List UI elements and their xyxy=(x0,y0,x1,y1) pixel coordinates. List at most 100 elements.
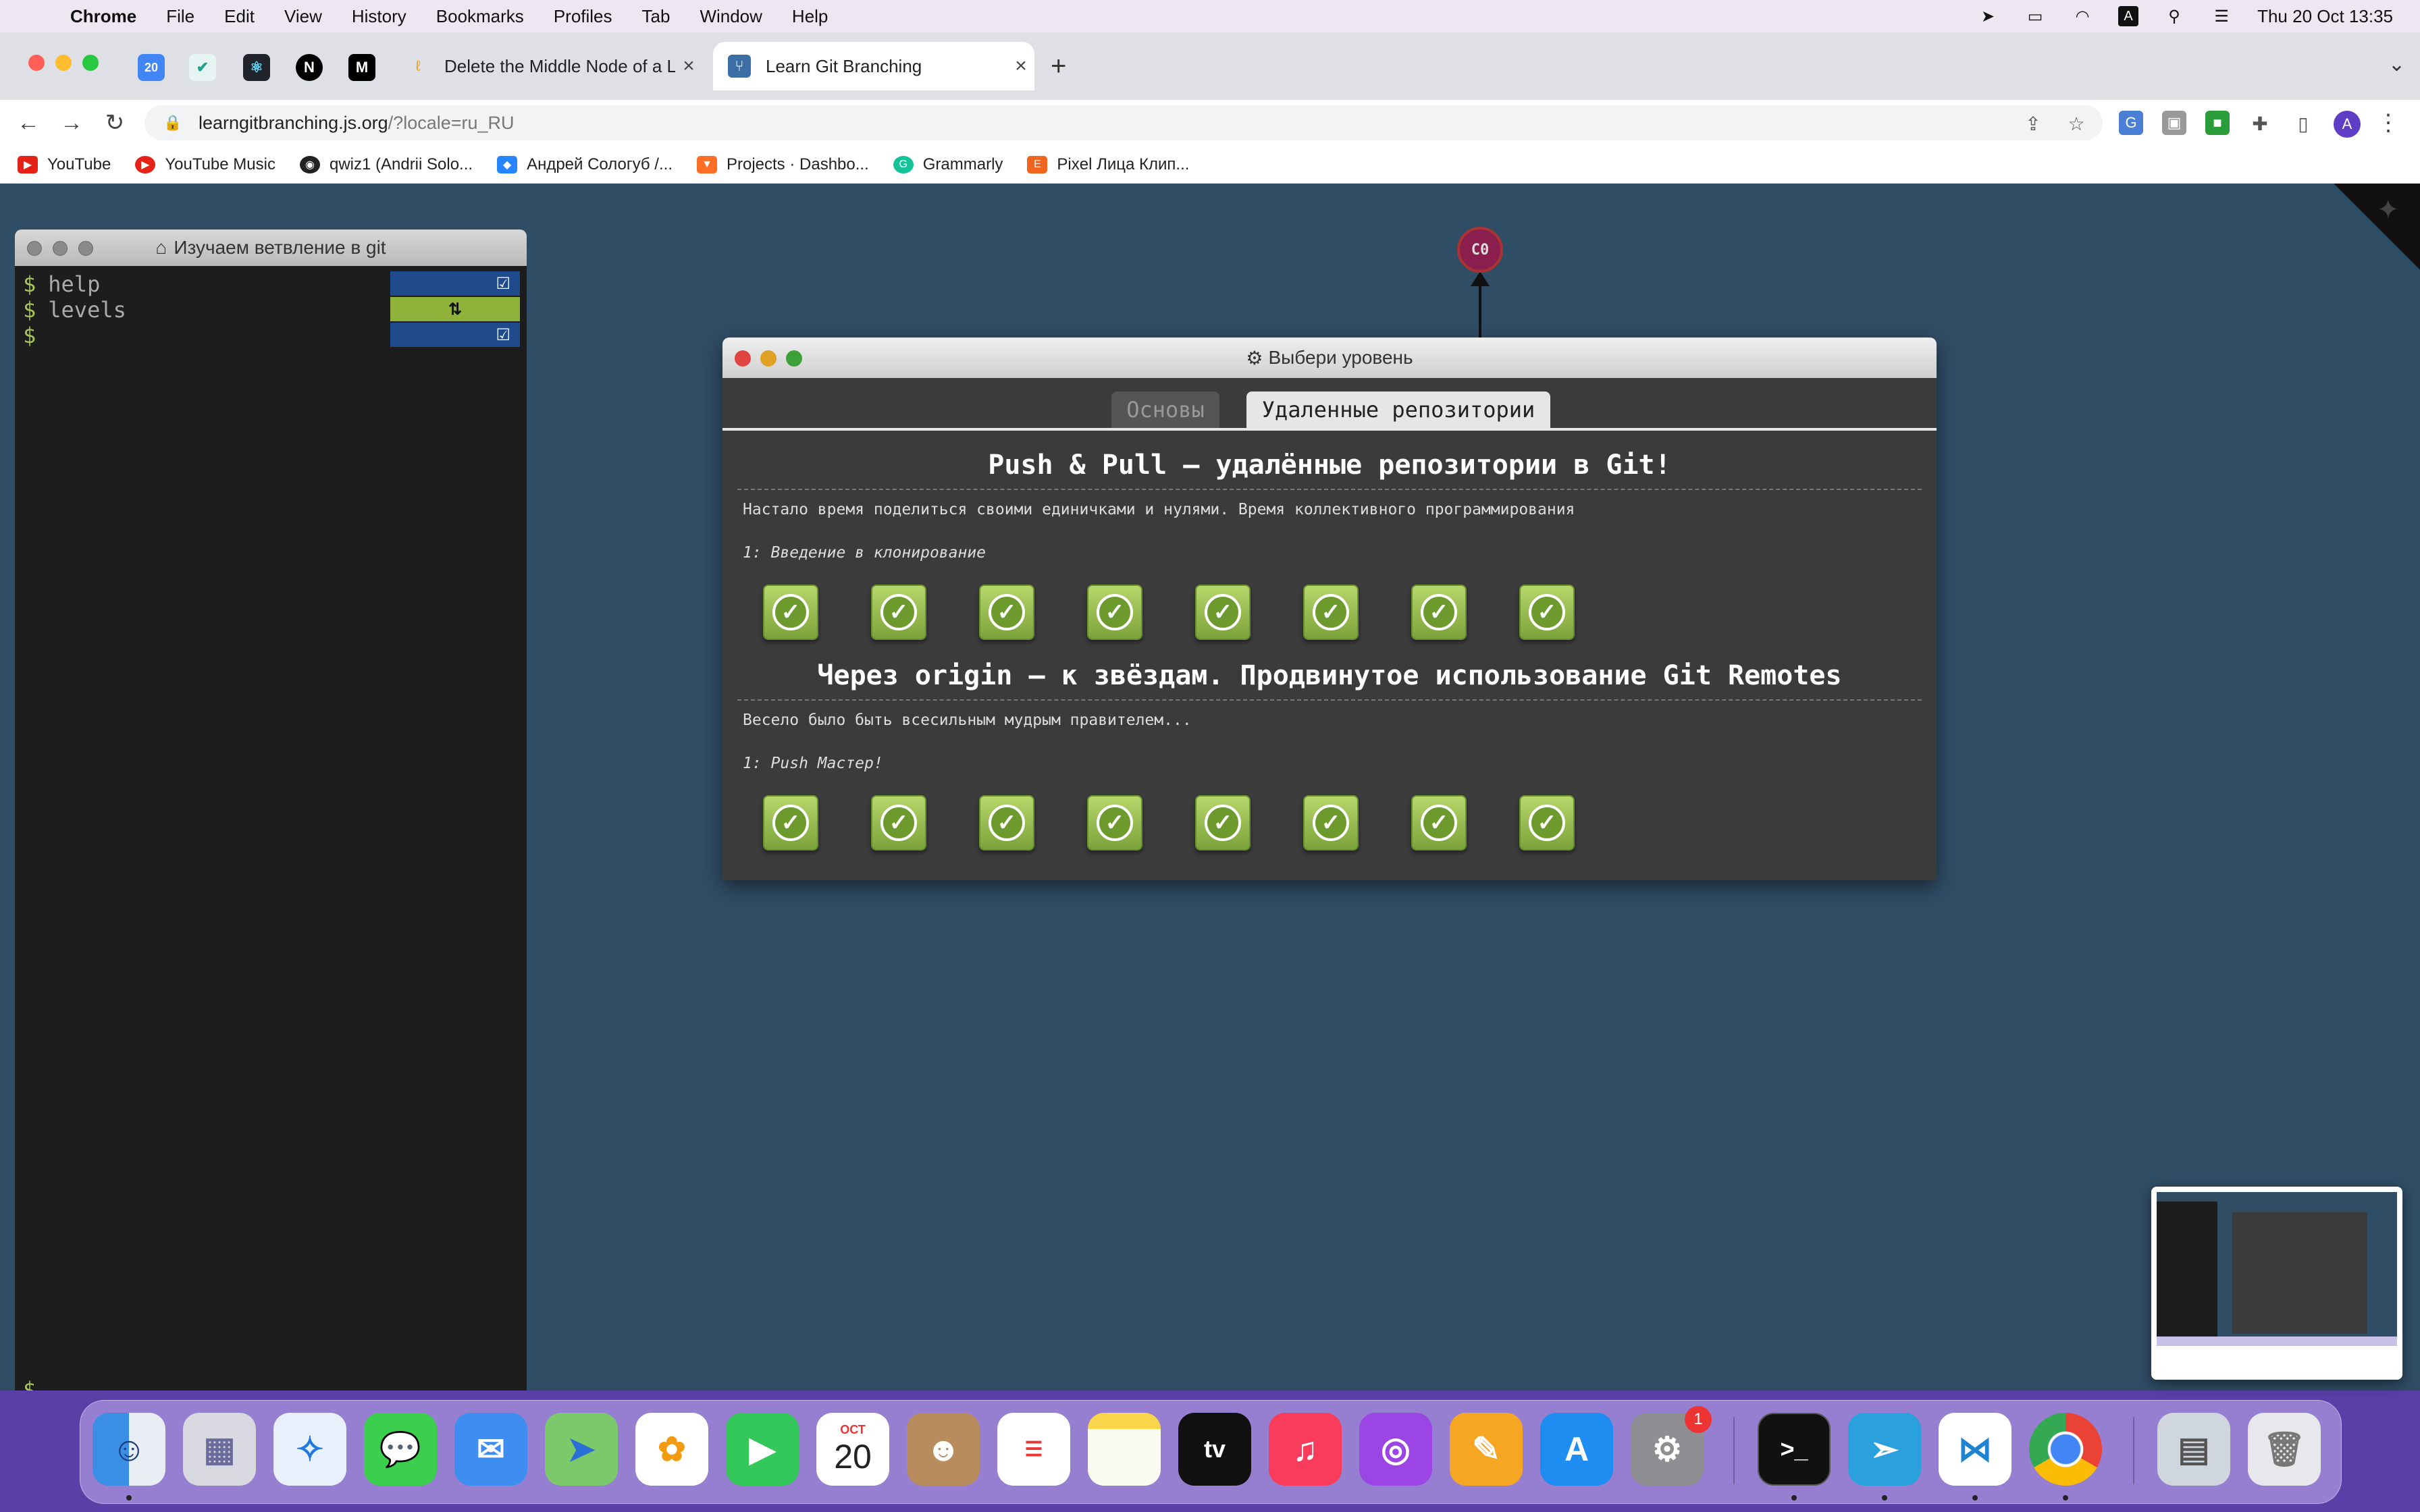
downloads-icon[interactable]: ▤ xyxy=(2157,1413,2230,1486)
command-input[interactable]: $ xyxy=(23,1377,48,1390)
level-button[interactable]: ✓ xyxy=(871,795,926,850)
level-button[interactable]: ✓ xyxy=(1087,795,1142,850)
menu-chrome[interactable]: Chrome xyxy=(70,6,136,27)
trash-icon[interactable]: 🗑 xyxy=(2248,1413,2321,1486)
extension-icon[interactable]: ▣ xyxy=(2162,111,2186,135)
next-icon[interactable]: N xyxy=(296,54,323,81)
vscode-icon[interactable]: ⋈ xyxy=(1939,1413,2011,1486)
medium-icon[interactable]: M xyxy=(348,54,375,81)
bookmark-etsy[interactable]: E Pixel Лица Клип... xyxy=(1027,155,1189,174)
dialog-minimize-button[interactable] xyxy=(760,350,777,367)
tab-basics[interactable]: Основы xyxy=(1111,392,1219,428)
menu-view[interactable]: View xyxy=(284,6,322,27)
extension-green-icon[interactable]: ■ xyxy=(2205,111,2230,135)
control-center-icon[interactable]: ☰ xyxy=(2210,6,2233,26)
input-source-icon[interactable]: A xyxy=(2118,6,2139,26)
forward-button[interactable]: → xyxy=(57,108,86,138)
more-menu-icon[interactable]: ⋮ xyxy=(2377,109,2400,136)
battery-icon[interactable]: ▭ xyxy=(2024,6,2047,26)
terminal-minimize-button[interactable] xyxy=(53,241,68,256)
bookmark-grammarly[interactable]: G Grammarly xyxy=(893,155,1003,174)
dialog-close-button[interactable] xyxy=(735,350,751,367)
chevron-down-icon[interactable]: ⌄ xyxy=(2388,53,2405,76)
location-icon[interactable]: ➤ xyxy=(1976,6,1999,26)
level-button[interactable]: ✓ xyxy=(1519,795,1575,850)
back-button[interactable]: ← xyxy=(14,108,43,138)
tab-remote-repositories[interactable]: Удаленные репозитории xyxy=(1246,392,1550,428)
reload-button[interactable]: ↻ xyxy=(100,108,130,138)
terminal-icon[interactable]: >_ xyxy=(1758,1413,1831,1486)
screenshot-thumbnail[interactable] xyxy=(2151,1187,2402,1380)
reminders-icon[interactable]: ☰ xyxy=(997,1413,1070,1486)
close-icon[interactable]: × xyxy=(1007,55,1034,78)
level-button[interactable]: ✓ xyxy=(1411,585,1467,640)
finder-icon[interactable]: ☺ xyxy=(93,1413,165,1486)
bookmark-gitlab[interactable]: ▼ Projects · Dashbo... xyxy=(696,155,869,174)
level-button[interactable]: ✓ xyxy=(979,585,1034,640)
wifi-icon[interactable]: ◠ xyxy=(2071,6,2094,26)
messages-icon[interactable]: 💬 xyxy=(364,1413,437,1486)
share-icon[interactable]: ⇪ xyxy=(2022,112,2045,135)
window-close-button[interactable] xyxy=(28,55,45,71)
podcasts-icon[interactable]: ◎ xyxy=(1359,1413,1432,1486)
puzzle-icon[interactable]: ✚ xyxy=(2248,112,2271,135)
dialog-zoom-button[interactable] xyxy=(786,350,802,367)
translate-extension-icon[interactable]: G xyxy=(2119,111,2143,135)
close-icon[interactable]: × xyxy=(675,55,702,78)
address-bar[interactable]: 🔒 learngitbranching.js.org /?locale=ru_R… xyxy=(144,105,2103,140)
apple-tv-icon[interactable]: tv xyxy=(1178,1413,1251,1486)
github-corner-icon[interactable]: ✦ xyxy=(2377,194,2400,225)
calendar-app-icon[interactable]: ОСТ 20 xyxy=(816,1413,889,1486)
new-tab-button[interactable]: + xyxy=(1051,51,1066,82)
menu-profiles[interactable]: Profiles xyxy=(554,6,612,27)
contacts-icon[interactable]: ☻ xyxy=(907,1413,980,1486)
menu-clock[interactable]: Thu 20 Oct 13:35 xyxy=(2257,6,2393,27)
level-button[interactable]: ✓ xyxy=(1195,585,1251,640)
bookmark-star-icon[interactable]: ☆ xyxy=(2065,112,2088,135)
spotlight-icon[interactable]: ⚲ xyxy=(2163,6,2186,26)
safari-icon[interactable]: ✧ xyxy=(273,1413,346,1486)
level-button[interactable]: ✓ xyxy=(1411,795,1467,850)
music-icon[interactable]: ♫ xyxy=(1269,1413,1342,1486)
photos-icon[interactable]: ✿ xyxy=(635,1413,708,1486)
menu-edit[interactable]: Edit xyxy=(224,6,255,27)
mail-icon[interactable]: ✉ xyxy=(454,1413,527,1486)
bookmark-youtube[interactable]: ▶ YouTube xyxy=(18,155,111,174)
window-minimize-button[interactable] xyxy=(55,55,72,71)
telegram-icon[interactable]: ➣ xyxy=(1848,1413,1921,1486)
app-store-icon[interactable]: A xyxy=(1540,1413,1613,1486)
level-button[interactable]: ✓ xyxy=(763,795,818,850)
bookmark-youtube-music[interactable]: ▶ YouTube Music xyxy=(135,155,275,174)
side-panel-icon[interactable]: ▯ xyxy=(2292,112,2315,135)
bookmark-bitbucket[interactable]: ◆ Андрей Сологуб /... xyxy=(497,155,673,174)
calendar-icon[interactable]: 20 xyxy=(138,54,165,81)
level-button[interactable]: ✓ xyxy=(763,585,818,640)
level-button[interactable]: ✓ xyxy=(1519,585,1575,640)
notes-icon[interactable] xyxy=(1088,1413,1161,1486)
react-icon[interactable]: ⚛ xyxy=(243,54,270,81)
bookmark-github[interactable]: ◉ qwiz1 (Andrii Solo... xyxy=(299,155,473,174)
menu-tab[interactable]: Tab xyxy=(642,6,670,27)
commit-node[interactable]: C0 xyxy=(1457,227,1503,273)
pages-icon[interactable]: ✎ xyxy=(1450,1413,1523,1486)
menu-file[interactable]: File xyxy=(166,6,194,27)
level-button[interactable]: ✓ xyxy=(979,795,1034,850)
tick-icon[interactable]: ✔ xyxy=(189,54,216,81)
menu-history[interactable]: History xyxy=(352,6,406,27)
profile-avatar[interactable]: A xyxy=(2334,111,2361,138)
level-button[interactable]: ✓ xyxy=(1303,795,1359,850)
tab-learn-git-branching[interactable]: ⑂ Learn Git Branching × xyxy=(713,42,1034,90)
chrome-icon[interactable] xyxy=(2029,1413,2102,1486)
level-button[interactable]: ✓ xyxy=(1195,795,1251,850)
level-button[interactable]: ✓ xyxy=(871,585,926,640)
terminal-zoom-button[interactable] xyxy=(78,241,93,256)
menu-help[interactable]: Help xyxy=(792,6,828,27)
maps-icon[interactable]: ➤ xyxy=(545,1413,618,1486)
level-button[interactable]: ✓ xyxy=(1087,585,1142,640)
terminal-close-button[interactable] xyxy=(27,241,42,256)
tab-leetcode[interactable]: ℓ Delete the Middle Node of a Li × xyxy=(392,42,702,90)
menu-bookmarks[interactable]: Bookmarks xyxy=(436,6,524,27)
menu-window[interactable]: Window xyxy=(700,6,762,27)
facetime-icon[interactable]: ▶ xyxy=(726,1413,799,1486)
lock-icon[interactable]: 🔒 xyxy=(159,114,186,132)
